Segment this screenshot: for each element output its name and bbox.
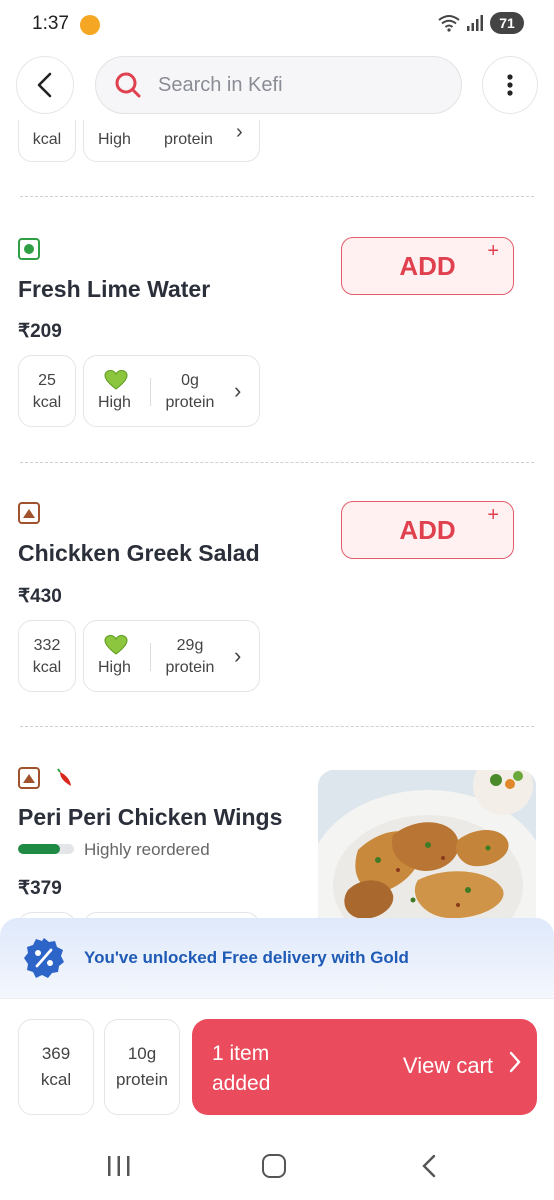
item-price: ₹379 <box>18 878 62 899</box>
add-label: ADD <box>399 514 456 545</box>
gold-banner-text: You've unlocked Free delivery with Gold <box>84 948 409 967</box>
system-nav-bar <box>0 1130 554 1200</box>
protein-value: 0g <box>181 372 199 389</box>
cart-kcal-value: 369 <box>41 1044 71 1063</box>
leaf-heart-icon <box>104 635 128 655</box>
item-price: ₹209 <box>18 321 62 342</box>
status-indicators: 71 <box>438 12 524 34</box>
reorder-meter-fill <box>18 844 60 854</box>
notification-app-icon <box>80 15 100 35</box>
divider <box>20 462 534 463</box>
nutrition-chip[interactable]: High protein › <box>83 120 260 162</box>
add-plus-icon: + <box>487 504 499 526</box>
add-plus-icon: + <box>487 240 499 262</box>
recent-apps-icon[interactable] <box>106 1155 132 1177</box>
high-label: High <box>98 131 131 148</box>
cart-protein-value: 10g <box>127 1044 157 1063</box>
kcal-unit: kcal <box>32 394 62 411</box>
kcal-chip: kcal <box>18 120 76 162</box>
cart-protein-chip: 10g protein <box>104 1019 180 1115</box>
kcal-value: 332 <box>33 637 61 654</box>
status-time: 1:37 <box>32 13 69 34</box>
protein-label: protein <box>165 659 215 676</box>
kcal-value: 25 <box>38 372 56 389</box>
back-button[interactable] <box>16 56 74 114</box>
gold-delivery-banner[interactable]: You've unlocked Free delivery with Gold <box>0 918 554 998</box>
cart-protein-label: protein <box>116 1070 168 1089</box>
chevron-right-icon: › <box>236 121 243 143</box>
add-button[interactable]: ADD + <box>341 501 514 559</box>
kcal-unit: kcal <box>32 659 62 676</box>
signal-icon <box>467 15 483 31</box>
non-veg-icon <box>18 767 40 789</box>
cart-item-count: 1 item added <box>212 1042 271 1095</box>
status-bar: 1:37 71 <box>0 0 554 50</box>
protein-label: protein <box>164 131 213 148</box>
nutrition-chip[interactable]: High 0g protein › <box>83 355 260 427</box>
nutrition-chip[interactable]: High 29g protein › <box>83 620 260 692</box>
high-label: High <box>98 394 131 411</box>
view-cart-button[interactable]: 1 item added View cart <box>192 1019 537 1115</box>
chip-separator <box>150 643 151 671</box>
kcal-chip: 332 kcal <box>18 620 76 692</box>
cart-kcal-unit: kcal <box>40 1070 72 1089</box>
wifi-icon <box>438 15 460 32</box>
chevron-right-icon: › <box>234 378 242 403</box>
item-name: Fresh Lime Water <box>18 276 211 302</box>
divider <box>20 196 534 197</box>
header <box>0 50 554 120</box>
chevron-right-icon <box>509 1051 521 1073</box>
chicken-wings-photo <box>318 770 536 930</box>
cart-kcal-chip: 369 kcal <box>18 1019 94 1115</box>
item-name: Chickken Greek Salad <box>18 540 260 566</box>
partial-item-chips: kcal High protein › <box>0 120 554 164</box>
add-button[interactable]: ADD + <box>341 237 514 295</box>
search-input[interactable] <box>158 73 418 97</box>
chili-icon <box>57 768 71 786</box>
divider <box>20 726 534 727</box>
search-bar[interactable] <box>95 56 462 114</box>
back-arrow-icon <box>37 72 52 98</box>
non-veg-icon <box>18 502 40 524</box>
battery-indicator: 71 <box>490 12 524 34</box>
add-label: ADD <box>399 250 456 281</box>
chevron-right-icon: › <box>234 643 242 668</box>
food-image[interactable] <box>318 770 536 930</box>
reorder-meter <box>18 844 74 854</box>
kcal-unit: kcal <box>32 131 62 148</box>
cart-bar: 369 kcal 10g protein 1 item added View c… <box>0 998 554 1130</box>
reorder-label: Highly reordered <box>84 840 210 859</box>
back-nav-icon[interactable] <box>420 1154 438 1178</box>
more-vertical-icon <box>507 74 513 96</box>
high-label: High <box>98 659 131 676</box>
item-name: Peri Peri Chicken Wings <box>18 804 283 830</box>
protein-label: protein <box>165 394 215 411</box>
leaf-heart-icon <box>104 370 128 390</box>
more-options-button[interactable] <box>482 56 538 114</box>
chip-separator <box>150 378 151 406</box>
protein-value: 29g <box>176 637 204 654</box>
search-icon <box>115 72 141 98</box>
home-icon[interactable] <box>262 1154 286 1178</box>
item-price: ₹430 <box>18 586 62 607</box>
kcal-chip: 25 kcal <box>18 355 76 427</box>
view-cart-label: View cart <box>402 1053 493 1078</box>
veg-icon <box>18 238 40 260</box>
discount-badge-icon <box>24 938 64 978</box>
